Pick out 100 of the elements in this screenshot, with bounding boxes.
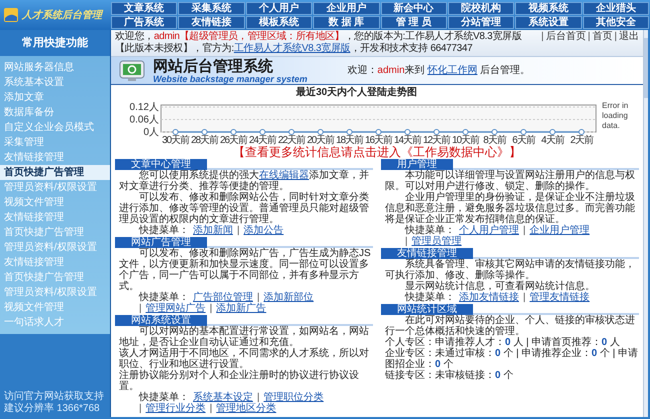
data-point [230, 129, 236, 135]
nav-tab[interactable]: 系统设置 [515, 16, 582, 28]
nav-tab[interactable]: 广告系统 [111, 16, 178, 28]
data-point [202, 129, 208, 135]
x-tick-label: 4天前 [541, 135, 564, 145]
menu-link[interactable]: 管理友情链接 [530, 292, 590, 303]
menu-link[interactable]: 广告部位管理 [193, 292, 253, 303]
menu-link[interactable]: 管理行业分类 [146, 403, 206, 414]
nav-tab[interactable]: 文章系统 [111, 2, 178, 14]
description-text: 在此可对网站要待的企业、个人、链接的审核状态进行一个总体概括和快速的管理。 [385, 315, 636, 337]
description-text: 可以对网站的基本配置进行常设置，如网站名，网站地址，是否让企业自动认证通过和充值。 [119, 326, 370, 348]
menu-link[interactable]: 添加公告 [244, 225, 284, 236]
menu-link[interactable]: 管理地区分类 [216, 403, 276, 414]
nav-tab[interactable]: 企业猎头 [582, 2, 649, 14]
menu-link[interactable]: 管理网站广告 [146, 303, 206, 314]
nav-tab[interactable]: 视频系统 [515, 2, 582, 14]
header-link[interactable]: 退出 [619, 31, 639, 43]
error-text: Error in loading data. [602, 101, 630, 131]
menu-link[interactable]: 添加新闻 [193, 225, 233, 236]
description-text: 可以发布、修改和删除网站公告，同时针对文章分类进行添加、修改等管理的设置。普通管理员只能对超级管理员设置的权限内的文章进行管理。 [119, 192, 370, 225]
panel-title: 文章中心管理 [115, 159, 207, 170]
x-tick-label: 24天前 [248, 135, 276, 145]
data-point [318, 129, 324, 135]
nav-tab[interactable]: 个人用户 [246, 2, 312, 14]
nav-tab[interactable]: 其他安全 [582, 16, 649, 28]
nav-tab[interactable]: 采集系统 [178, 2, 245, 14]
x-tick-label: 20天前 [306, 135, 334, 145]
nav-tab[interactable]: 模板系统 [246, 16, 312, 28]
x-tick-label: 14天前 [394, 135, 422, 145]
panel-title: 网站统计区域 [381, 304, 473, 315]
x-tick-label: 26天前 [220, 135, 248, 145]
separator: | [210, 303, 212, 314]
menu-label: 快捷菜单： [139, 392, 189, 403]
header-link[interactable]: 后台首页 [546, 31, 586, 43]
data-point [346, 129, 352, 135]
menu-label: 快捷菜单： [405, 292, 455, 303]
data-point [434, 129, 440, 135]
menu-link[interactable]: 管理员管理 [412, 236, 462, 247]
nav-tab[interactable]: 友情链接 [178, 16, 245, 28]
y-tick-label: 0.12人 [130, 102, 159, 113]
separator: | [405, 236, 408, 247]
footer-text: 访问官方网站获取支持 [4, 391, 105, 402]
menu-link[interactable]: 系统基本设定 [193, 392, 253, 403]
description-text: 个人专区：申请推荐人才：0 人 | 申请首页推荐：0 人 [385, 337, 620, 348]
banner-subtitle: Website backstage manager system [153, 74, 308, 84]
stats-link[interactable]: 【查看更多统计信息请点击进入《工作易数据中心》】 [233, 145, 521, 159]
monitor-icon [119, 60, 145, 82]
chart-title: 最近30天内个人登陆走势图 [296, 87, 418, 99]
description-text: 注册协议能分别对个人和企业注册时的协议进行协议设置。 [119, 370, 360, 392]
x-tick-label: 12天前 [422, 135, 450, 145]
x-tick-label: 22天前 [278, 135, 306, 145]
nav-tab[interactable]: 企业用户 [313, 2, 380, 14]
x-tick-label: 30天前 [162, 135, 190, 145]
text-link[interactable]: 在线编辑器 [259, 170, 309, 181]
panel-title: 用户管理 [381, 159, 453, 170]
sidebar-title: 常用快捷功能 [0, 30, 110, 56]
menu-link[interactable]: 企业用户管理 [530, 225, 590, 236]
scrollbar[interactable] [643, 30, 648, 417]
sidebar-item[interactable]: 首页快捷广告管理 [0, 165, 110, 180]
description-text: 显示网站统计信息，可查看网站统计信息。 [405, 281, 596, 292]
nav-tab[interactable]: 数 据 库 [313, 16, 380, 28]
menu-label: 快捷菜单： [139, 292, 189, 303]
y-tick-label: 0人 [143, 127, 159, 138]
separator: | [257, 392, 260, 403]
menu-link[interactable]: 添加新部位 [264, 292, 314, 303]
x-tick-label: 28天前 [190, 135, 218, 145]
separator: | [139, 303, 142, 314]
text-link[interactable]: 怀化工作网 [427, 65, 478, 76]
menu-link[interactable]: 添加新广告 [216, 303, 266, 314]
data-point [462, 129, 468, 135]
text-link[interactable]: 工作易人才系统V8.3宽屏版 [234, 43, 350, 54]
description-text: 企业专区：未通过审核：0 个 | 申请推荐企业：0 个 | 申请图招企业：0 个 [385, 348, 639, 370]
separator: | [541, 31, 544, 43]
menu-label: 快捷菜单： [139, 225, 189, 236]
nav-tab[interactable]: 分站管理 [448, 16, 514, 28]
menu-link[interactable]: 个人用户管理 [459, 225, 519, 236]
nav-tab[interactable]: 院校机构 [448, 2, 514, 14]
separator: | [588, 31, 590, 43]
nav-tab[interactable]: 管 理 员 [380, 16, 447, 28]
menu-link[interactable]: 添加友情链接 [459, 292, 519, 303]
separator: | [257, 292, 260, 303]
header-link[interactable]: 首页 [592, 31, 612, 43]
data-point [578, 129, 584, 135]
description-text: 系统具备管理、审核其它网站申请的友情链接功能，可执行添加、修改、删除等操作。 [385, 259, 636, 281]
menu-label: 快捷菜单： [405, 225, 455, 236]
description-text: 企业用户管理里的身份验证，是保证企业不注册垃圾信息和恶意注册，避免服务器垃圾信息过多。而完善功能将是保证企业正常发布招聘信息的保证。 [385, 192, 636, 225]
menu-link[interactable]: 管理职位分类 [264, 392, 324, 403]
separator: | [139, 403, 142, 414]
description-text: 本功能可以详细管理与设置网站注册用户的信息与权限。可以对用户进行修改、锁定、删除的操作。 [385, 170, 636, 192]
x-tick-label: 8天前 [483, 135, 506, 145]
data-point [288, 129, 294, 135]
separator: | [614, 31, 617, 43]
x-tick-label: 16天前 [364, 135, 392, 145]
data-point [260, 129, 266, 135]
data-point [404, 129, 410, 135]
panel-title: 友情链接管理 [381, 248, 473, 259]
data-point [520, 129, 526, 135]
nav-tab[interactable]: 新会中心 [380, 2, 447, 14]
welcome-text: 欢迎：admin来到 怀化工作网 后台管理。 [347, 64, 530, 78]
banner-title: 网站后台管理系统 [153, 58, 274, 74]
